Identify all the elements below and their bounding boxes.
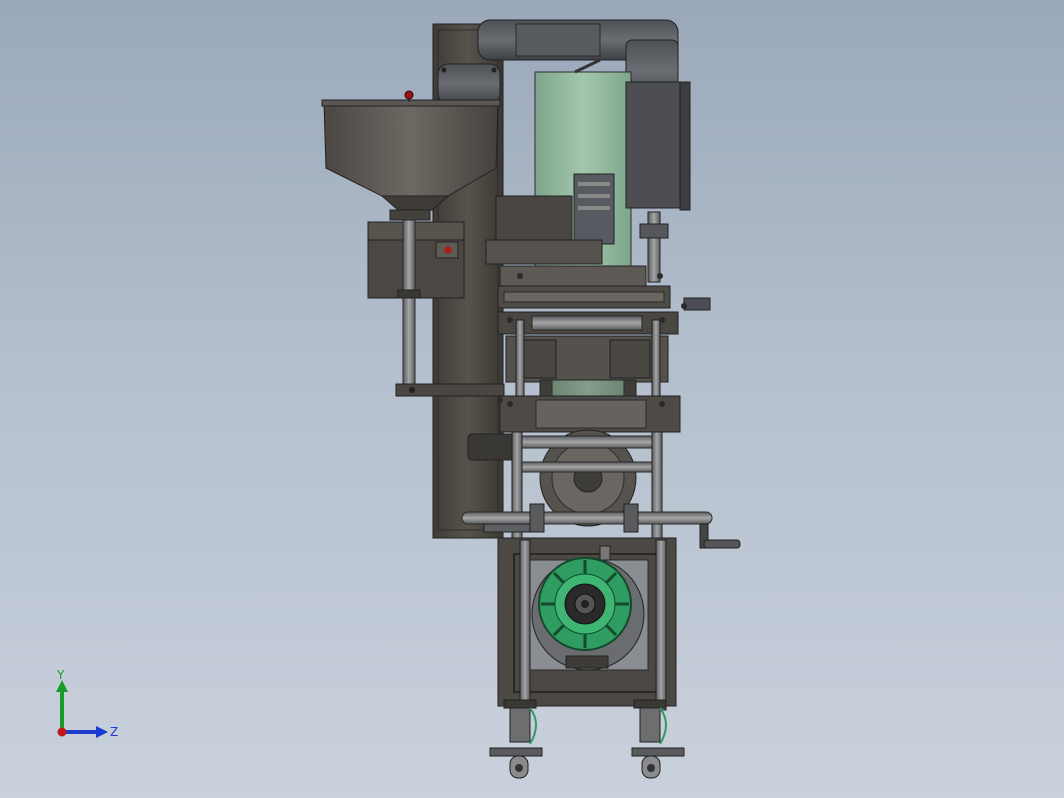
orientation-triad[interactable]: Y Z: [40, 670, 130, 750]
y-axis-label: Y: [56, 670, 65, 682]
z-axis-label: Z: [110, 725, 118, 739]
caster-right: [631, 699, 685, 779]
z-axis-arrowhead: [96, 726, 108, 738]
machine-assembly-model[interactable]: [0, 0, 1064, 798]
cad-viewport[interactable]: Y Z: [0, 0, 1064, 798]
x-axis-origin: [57, 727, 67, 737]
caster-left: [489, 699, 543, 779]
triad-plane: [62, 701, 92, 730]
drum-assembly: [461, 395, 741, 549]
